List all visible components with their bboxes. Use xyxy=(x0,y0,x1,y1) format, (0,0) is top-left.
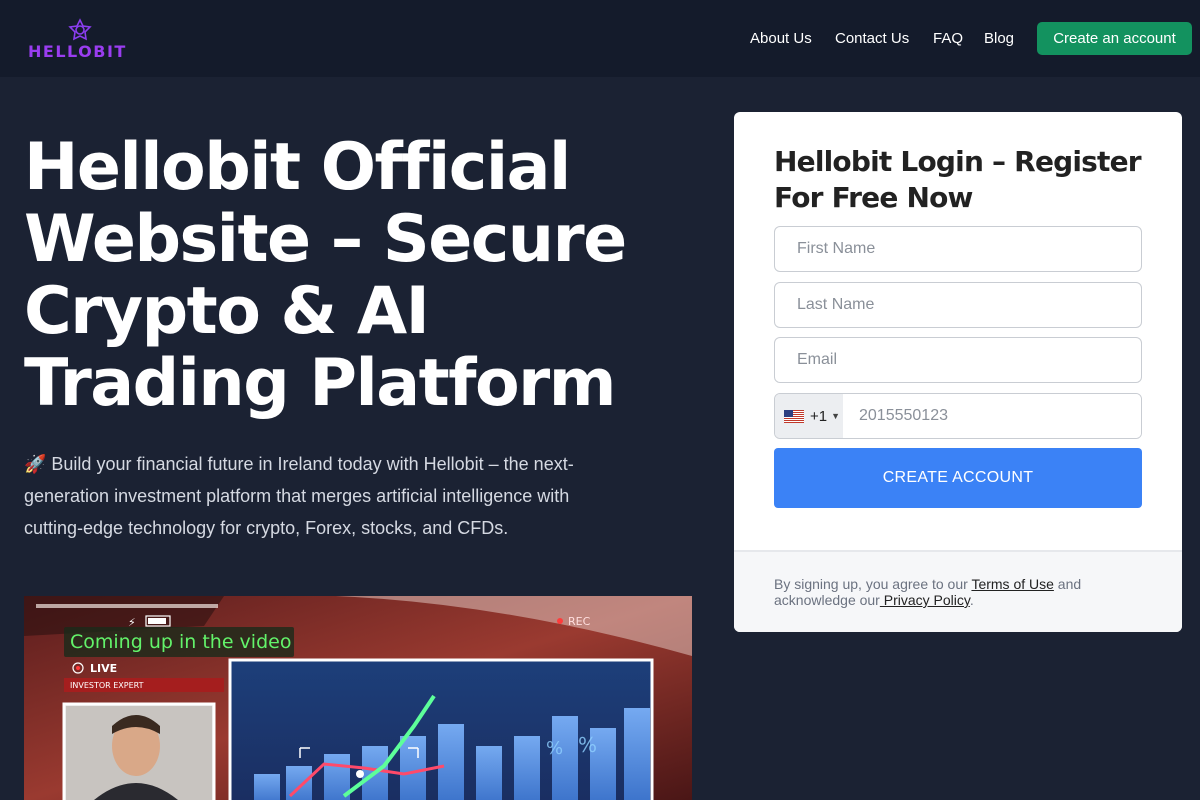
card-footer: By signing up, you agree to our Terms of… xyxy=(734,550,1182,632)
country-code-select[interactable]: +1 ▼ xyxy=(775,394,843,438)
logo-text: HELLOBIT xyxy=(28,42,127,61)
logo-icon xyxy=(68,18,92,41)
first-name-input[interactable] xyxy=(774,226,1142,272)
header: HELLOBIT About Us Contact Us FAQ Blog Cr… xyxy=(0,0,1200,77)
video-thumbnail[interactable]: ⚡ REC Coming up in the video LIVE INVEST… xyxy=(24,596,692,800)
us-flag-icon xyxy=(784,409,804,423)
live-label: LIVE xyxy=(90,662,117,675)
nav-contact-us[interactable]: Contact Us xyxy=(835,30,909,47)
svg-text:%: % xyxy=(546,738,563,759)
phone-code: +1 xyxy=(810,407,828,425)
privacy-policy-link[interactable]: Privacy Policy xyxy=(880,592,970,608)
phone-field: +1 ▼ xyxy=(774,393,1142,439)
nav-about-us[interactable]: About Us xyxy=(750,30,812,47)
hero-description: 🚀 Build your financial future in Ireland… xyxy=(24,454,574,538)
form-title: Hellobit Login – Register For Free Now xyxy=(774,145,1142,214)
logo[interactable]: HELLOBIT xyxy=(28,18,138,62)
create-account-submit-button[interactable]: CREATE ACCOUNT xyxy=(774,448,1142,508)
nav-faq[interactable]: FAQ xyxy=(933,30,963,47)
registration-card: Hellobit Login – Register For Free Now +… xyxy=(734,112,1182,632)
chevron-down-icon: ▼ xyxy=(831,411,841,421)
email-input[interactable] xyxy=(774,337,1142,383)
hero-title: Hellobit Official Website – Secure Crypt… xyxy=(24,130,627,421)
create-account-nav-button[interactable]: Create an account xyxy=(1037,22,1192,55)
rec-label: REC xyxy=(568,615,591,628)
svg-text:%: % xyxy=(578,733,597,757)
terms-text: By signing up, you agree to our Terms of… xyxy=(774,576,1082,608)
video-frame-graphic: ⚡ REC Coming up in the video LIVE INVEST… xyxy=(24,596,692,800)
terms-of-use-link[interactable]: Terms of Use xyxy=(971,576,1053,592)
video-caption: Coming up in the video xyxy=(70,631,291,653)
live-sublabel: INVESTOR EXPERT xyxy=(70,681,144,690)
nav-blog[interactable]: Blog xyxy=(984,30,1014,47)
last-name-input[interactable] xyxy=(774,282,1142,328)
phone-input[interactable] xyxy=(843,394,1141,438)
